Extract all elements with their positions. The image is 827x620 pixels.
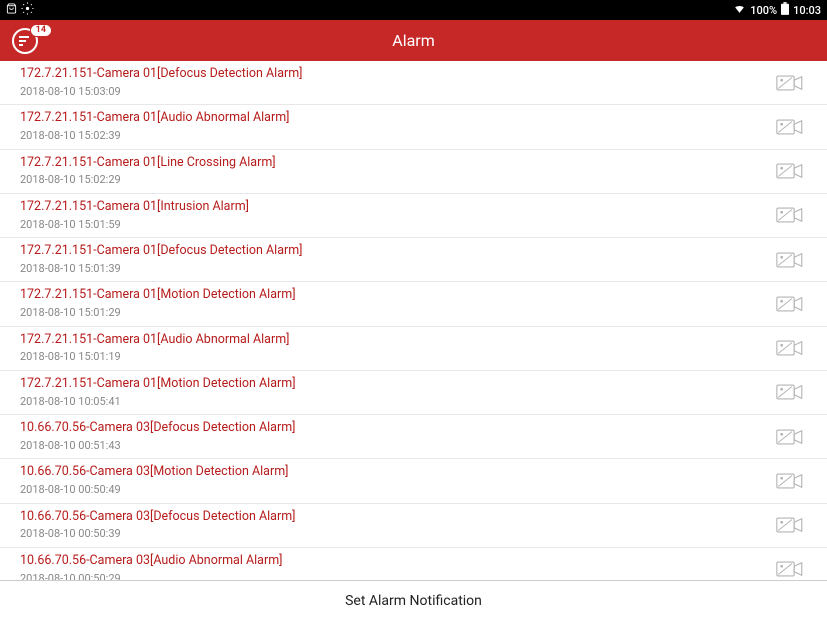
alarm-text: 172.7.21.151-Camera 01[Motion Detection …	[20, 375, 773, 410]
alarm-timestamp: 2018-08-10 15:02:39	[20, 128, 773, 145]
alarm-item[interactable]: 172.7.21.151-Camera 01[Line Crossing Ala…	[0, 150, 827, 194]
camera-snapshot-icon[interactable]	[773, 206, 807, 224]
alarm-list[interactable]: 172.7.21.151-Camera 01[Defocus Detection…	[0, 61, 827, 580]
alarm-text: 10.66.70.56-Camera 03[Motion Detection A…	[20, 463, 773, 498]
alarm-text: 172.7.21.151-Camera 01[Line Crossing Ala…	[20, 154, 773, 189]
alarm-timestamp: 2018-08-10 15:02:29	[20, 172, 773, 189]
alarm-timestamp: 2018-08-10 15:01:29	[20, 305, 773, 322]
camera-snapshot-icon[interactable]	[773, 118, 807, 136]
settings-icon	[21, 2, 34, 18]
page-title: Alarm	[0, 31, 827, 50]
alarm-item[interactable]: 10.66.70.56-Camera 03[Defocus Detection …	[0, 415, 827, 459]
clock-text: 10:03	[793, 4, 821, 17]
alarm-text: 10.66.70.56-Camera 03[Defocus Detection …	[20, 419, 773, 454]
alarm-timestamp: 2018-08-10 15:03:09	[20, 84, 773, 101]
alarm-text: 172.7.21.151-Camera 01[Defocus Detection…	[20, 65, 773, 100]
alarm-timestamp: 2018-08-10 15:01:19	[20, 349, 773, 366]
alarm-title: 172.7.21.151-Camera 01[Motion Detection …	[20, 375, 773, 394]
camera-snapshot-icon[interactable]	[773, 428, 807, 446]
alarm-item[interactable]: 172.7.21.151-Camera 01[Defocus Detection…	[0, 238, 827, 282]
alarm-title: 10.66.70.56-Camera 03[Defocus Detection …	[20, 419, 773, 438]
camera-snapshot-icon[interactable]	[773, 295, 807, 313]
alarm-timestamp: 2018-08-10 15:01:59	[20, 217, 773, 234]
camera-snapshot-icon[interactable]	[773, 339, 807, 357]
camera-snapshot-icon[interactable]	[773, 516, 807, 534]
alarm-timestamp: 2018-08-10 10:05:41	[20, 394, 773, 411]
alarm-title: 10.66.70.56-Camera 03[Audio Abnormal Ala…	[20, 552, 773, 571]
alarm-item[interactable]: 10.66.70.56-Camera 03[Audio Abnormal Ala…	[0, 548, 827, 580]
alarm-text: 172.7.21.151-Camera 01[Audio Abnormal Al…	[20, 331, 773, 366]
status-left	[6, 2, 34, 18]
camera-snapshot-icon[interactable]	[773, 383, 807, 401]
alarm-text: 10.66.70.56-Camera 03[Defocus Detection …	[20, 508, 773, 543]
set-alarm-notification-button[interactable]: Set Alarm Notification	[0, 580, 827, 620]
alarm-timestamp: 2018-08-10 15:01:39	[20, 261, 773, 278]
alarm-title: 172.7.21.151-Camera 01[Audio Abnormal Al…	[20, 331, 773, 350]
alarm-item[interactable]: 172.7.21.151-Camera 01[Intrusion Alarm]2…	[0, 194, 827, 238]
notification-badge: 14	[30, 24, 52, 37]
battery-percent: 100%	[750, 4, 777, 17]
alarm-item[interactable]: 172.7.21.151-Camera 01[Motion Detection …	[0, 282, 827, 326]
alarm-item[interactable]: 172.7.21.151-Camera 01[Audio Abnormal Al…	[0, 327, 827, 371]
alarm-item[interactable]: 10.66.70.56-Camera 03[Defocus Detection …	[0, 504, 827, 548]
alarm-text: 172.7.21.151-Camera 01[Intrusion Alarm]2…	[20, 198, 773, 233]
menu-button[interactable]: 14	[12, 28, 38, 54]
alarm-title: 172.7.21.151-Camera 01[Audio Abnormal Al…	[20, 109, 773, 128]
footer-button-label: Set Alarm Notification	[345, 593, 482, 609]
alarm-title: 172.7.21.151-Camera 01[Defocus Detection…	[20, 242, 773, 261]
menu-icon: 14	[12, 28, 38, 54]
camera-snapshot-icon[interactable]	[773, 162, 807, 180]
app-header: 14 Alarm	[0, 20, 827, 61]
status-right: 100% 10:03	[733, 2, 821, 18]
alarm-text: 10.66.70.56-Camera 03[Audio Abnormal Ala…	[20, 552, 773, 580]
alarm-text: 172.7.21.151-Camera 01[Motion Detection …	[20, 286, 773, 321]
alarm-title: 172.7.21.151-Camera 01[Motion Detection …	[20, 286, 773, 305]
alarm-title: 172.7.21.151-Camera 01[Intrusion Alarm]	[20, 198, 773, 217]
alarm-text: 172.7.21.151-Camera 01[Audio Abnormal Al…	[20, 109, 773, 144]
alarm-title: 172.7.21.151-Camera 01[Line Crossing Ala…	[20, 154, 773, 173]
alarm-timestamp: 2018-08-10 00:50:39	[20, 526, 773, 543]
camera-snapshot-icon[interactable]	[773, 251, 807, 269]
camera-snapshot-icon[interactable]	[773, 472, 807, 490]
alarm-timestamp: 2018-08-10 00:51:43	[20, 438, 773, 455]
alarm-item[interactable]: 172.7.21.151-Camera 01[Defocus Detection…	[0, 61, 827, 105]
status-bar: 100% 10:03	[0, 0, 827, 20]
wifi-icon	[733, 2, 746, 18]
alarm-timestamp: 2018-08-10 00:50:49	[20, 482, 773, 499]
alarm-title: 172.7.21.151-Camera 01[Defocus Detection…	[20, 65, 773, 84]
alarm-item[interactable]: 10.66.70.56-Camera 03[Motion Detection A…	[0, 459, 827, 503]
alarm-item[interactable]: 172.7.21.151-Camera 01[Motion Detection …	[0, 371, 827, 415]
battery-icon	[781, 2, 789, 18]
shopping-bag-icon	[6, 3, 17, 17]
camera-snapshot-icon[interactable]	[773, 74, 807, 92]
alarm-text: 172.7.21.151-Camera 01[Defocus Detection…	[20, 242, 773, 277]
camera-snapshot-icon[interactable]	[773, 560, 807, 578]
alarm-title: 10.66.70.56-Camera 03[Motion Detection A…	[20, 463, 773, 482]
alarm-title: 10.66.70.56-Camera 03[Defocus Detection …	[20, 508, 773, 527]
alarm-item[interactable]: 172.7.21.151-Camera 01[Audio Abnormal Al…	[0, 105, 827, 149]
alarm-timestamp: 2018-08-10 00:50:29	[20, 571, 773, 581]
